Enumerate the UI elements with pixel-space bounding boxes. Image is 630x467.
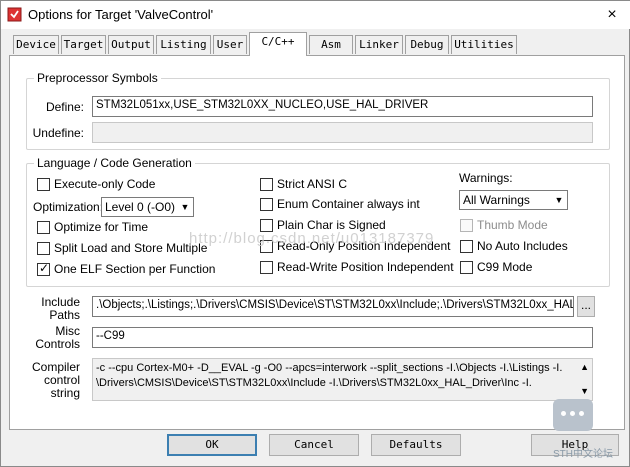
enum-container-checkbox[interactable] (260, 198, 273, 211)
tab-user[interactable]: User (213, 35, 247, 54)
warnings-label: Warnings: (459, 171, 513, 185)
no-auto-includes-label: No Auto Includes (477, 239, 568, 253)
tab-debug[interactable]: Debug (405, 35, 449, 54)
app-icon (7, 7, 22, 22)
bubble-dot (579, 411, 584, 416)
chevron-down-icon: ▼ (180, 202, 190, 212)
window-title: Options for Target 'ValveControl' (28, 7, 214, 22)
chat-bubble-icon (553, 399, 593, 431)
c99-mode-checkbox[interactable] (460, 261, 473, 274)
undefine-label: Undefine: (32, 126, 84, 140)
define-input[interactable]: STM32L051xx,USE_STM32L0XX_NUCLEO,USE_HAL… (92, 96, 593, 117)
tab-linker[interactable]: Linker (355, 35, 403, 54)
options-dialog: Options for Target 'ValveControl' × Devi… (0, 0, 630, 467)
compiler-control-label: Compiler control string (31, 360, 80, 400)
cancel-button[interactable]: Cancel (269, 434, 359, 456)
compiler-control-textarea[interactable]: -c --cpu Cortex-M0+ -D__EVAL -g -O0 --ap… (92, 358, 593, 401)
language-code-generation-title: Language / Code Generation (34, 156, 195, 170)
scroll-down-icon[interactable]: ▼ (580, 384, 589, 399)
title-bar: Options for Target 'ValveControl' × (1, 1, 630, 29)
split-load-store-label: Split Load and Store Multiple (54, 241, 208, 255)
define-label: Define: (45, 100, 84, 114)
rw-position-independent-checkbox[interactable] (260, 261, 273, 274)
bubble-dot (570, 411, 575, 416)
tab-listing[interactable]: Listing (156, 35, 211, 54)
tab-output[interactable]: Output (108, 35, 154, 54)
tab-device[interactable]: Device (13, 35, 59, 54)
enum-container-label: Enum Container always int (277, 197, 420, 211)
optimization-value: Level 0 (-O0) (105, 200, 176, 214)
preprocessor-symbols-title: Preprocessor Symbols (34, 71, 161, 85)
one-elf-section-checkbox[interactable] (37, 261, 50, 276)
strict-ansi-checkbox[interactable] (260, 178, 273, 191)
tab-target[interactable]: Target (61, 35, 106, 54)
undefine-input[interactable] (92, 122, 593, 143)
thumb-mode-checkbox[interactable] (460, 219, 473, 232)
include-paths-label: Include Paths (41, 295, 80, 322)
chevron-down-icon: ▼ (554, 195, 564, 205)
warnings-select[interactable]: All Warnings ▼ (459, 190, 568, 210)
tab-asm[interactable]: Asm (309, 35, 353, 54)
optimization-label: Optimization: (33, 200, 104, 214)
include-paths-input[interactable]: .\Objects;.\Listings;.\Drivers\CMSIS\Dev… (92, 296, 574, 317)
tab-utilities[interactable]: Utilities (451, 35, 517, 54)
no-auto-includes-checkbox[interactable] (460, 240, 473, 253)
optimize-for-time-checkbox[interactable] (37, 221, 50, 234)
tab-c-cpp[interactable]: C/C++ (249, 32, 307, 56)
execute-only-checkbox[interactable] (37, 178, 50, 191)
include-paths-browse-button[interactable]: ... (577, 296, 595, 317)
misc-controls-input[interactable]: --C99 (92, 327, 593, 348)
bubble-dot (561, 411, 566, 416)
scroll-up-icon[interactable]: ▲ (580, 360, 589, 375)
defaults-button[interactable]: Defaults (371, 434, 461, 456)
misc-controls-label: Misc Controls (35, 324, 80, 351)
split-load-store-checkbox[interactable] (37, 242, 50, 255)
watermark-badge: STH中文论坛 (553, 449, 613, 460)
warnings-value: All Warnings (463, 193, 530, 207)
close-button[interactable]: × (597, 4, 627, 26)
optimization-select[interactable]: Level 0 (-O0) ▼ (101, 197, 194, 217)
ok-button[interactable]: OK (167, 434, 257, 456)
optimize-for-time-label: Optimize for Time (54, 220, 149, 234)
c99-mode-label: C99 Mode (477, 260, 533, 274)
compiler-control-line-1: -c --cpu Cortex-M0+ -D__EVAL -g -O0 --ap… (96, 362, 563, 374)
one-elf-section-label: One ELF Section per Function (54, 262, 216, 276)
watermark-text: http://blog.csdn.net/u013187379 (189, 230, 435, 247)
compiler-control-line-2: \Drivers\CMSIS\Device\ST\STM32L0xx\Inclu… (96, 377, 532, 389)
strict-ansi-label: Strict ANSI C (277, 177, 348, 191)
rw-position-independent-label: Read-Write Position Independent (277, 260, 454, 274)
execute-only-label: Execute-only Code (54, 177, 156, 191)
thumb-mode-label: Thumb Mode (477, 218, 548, 232)
